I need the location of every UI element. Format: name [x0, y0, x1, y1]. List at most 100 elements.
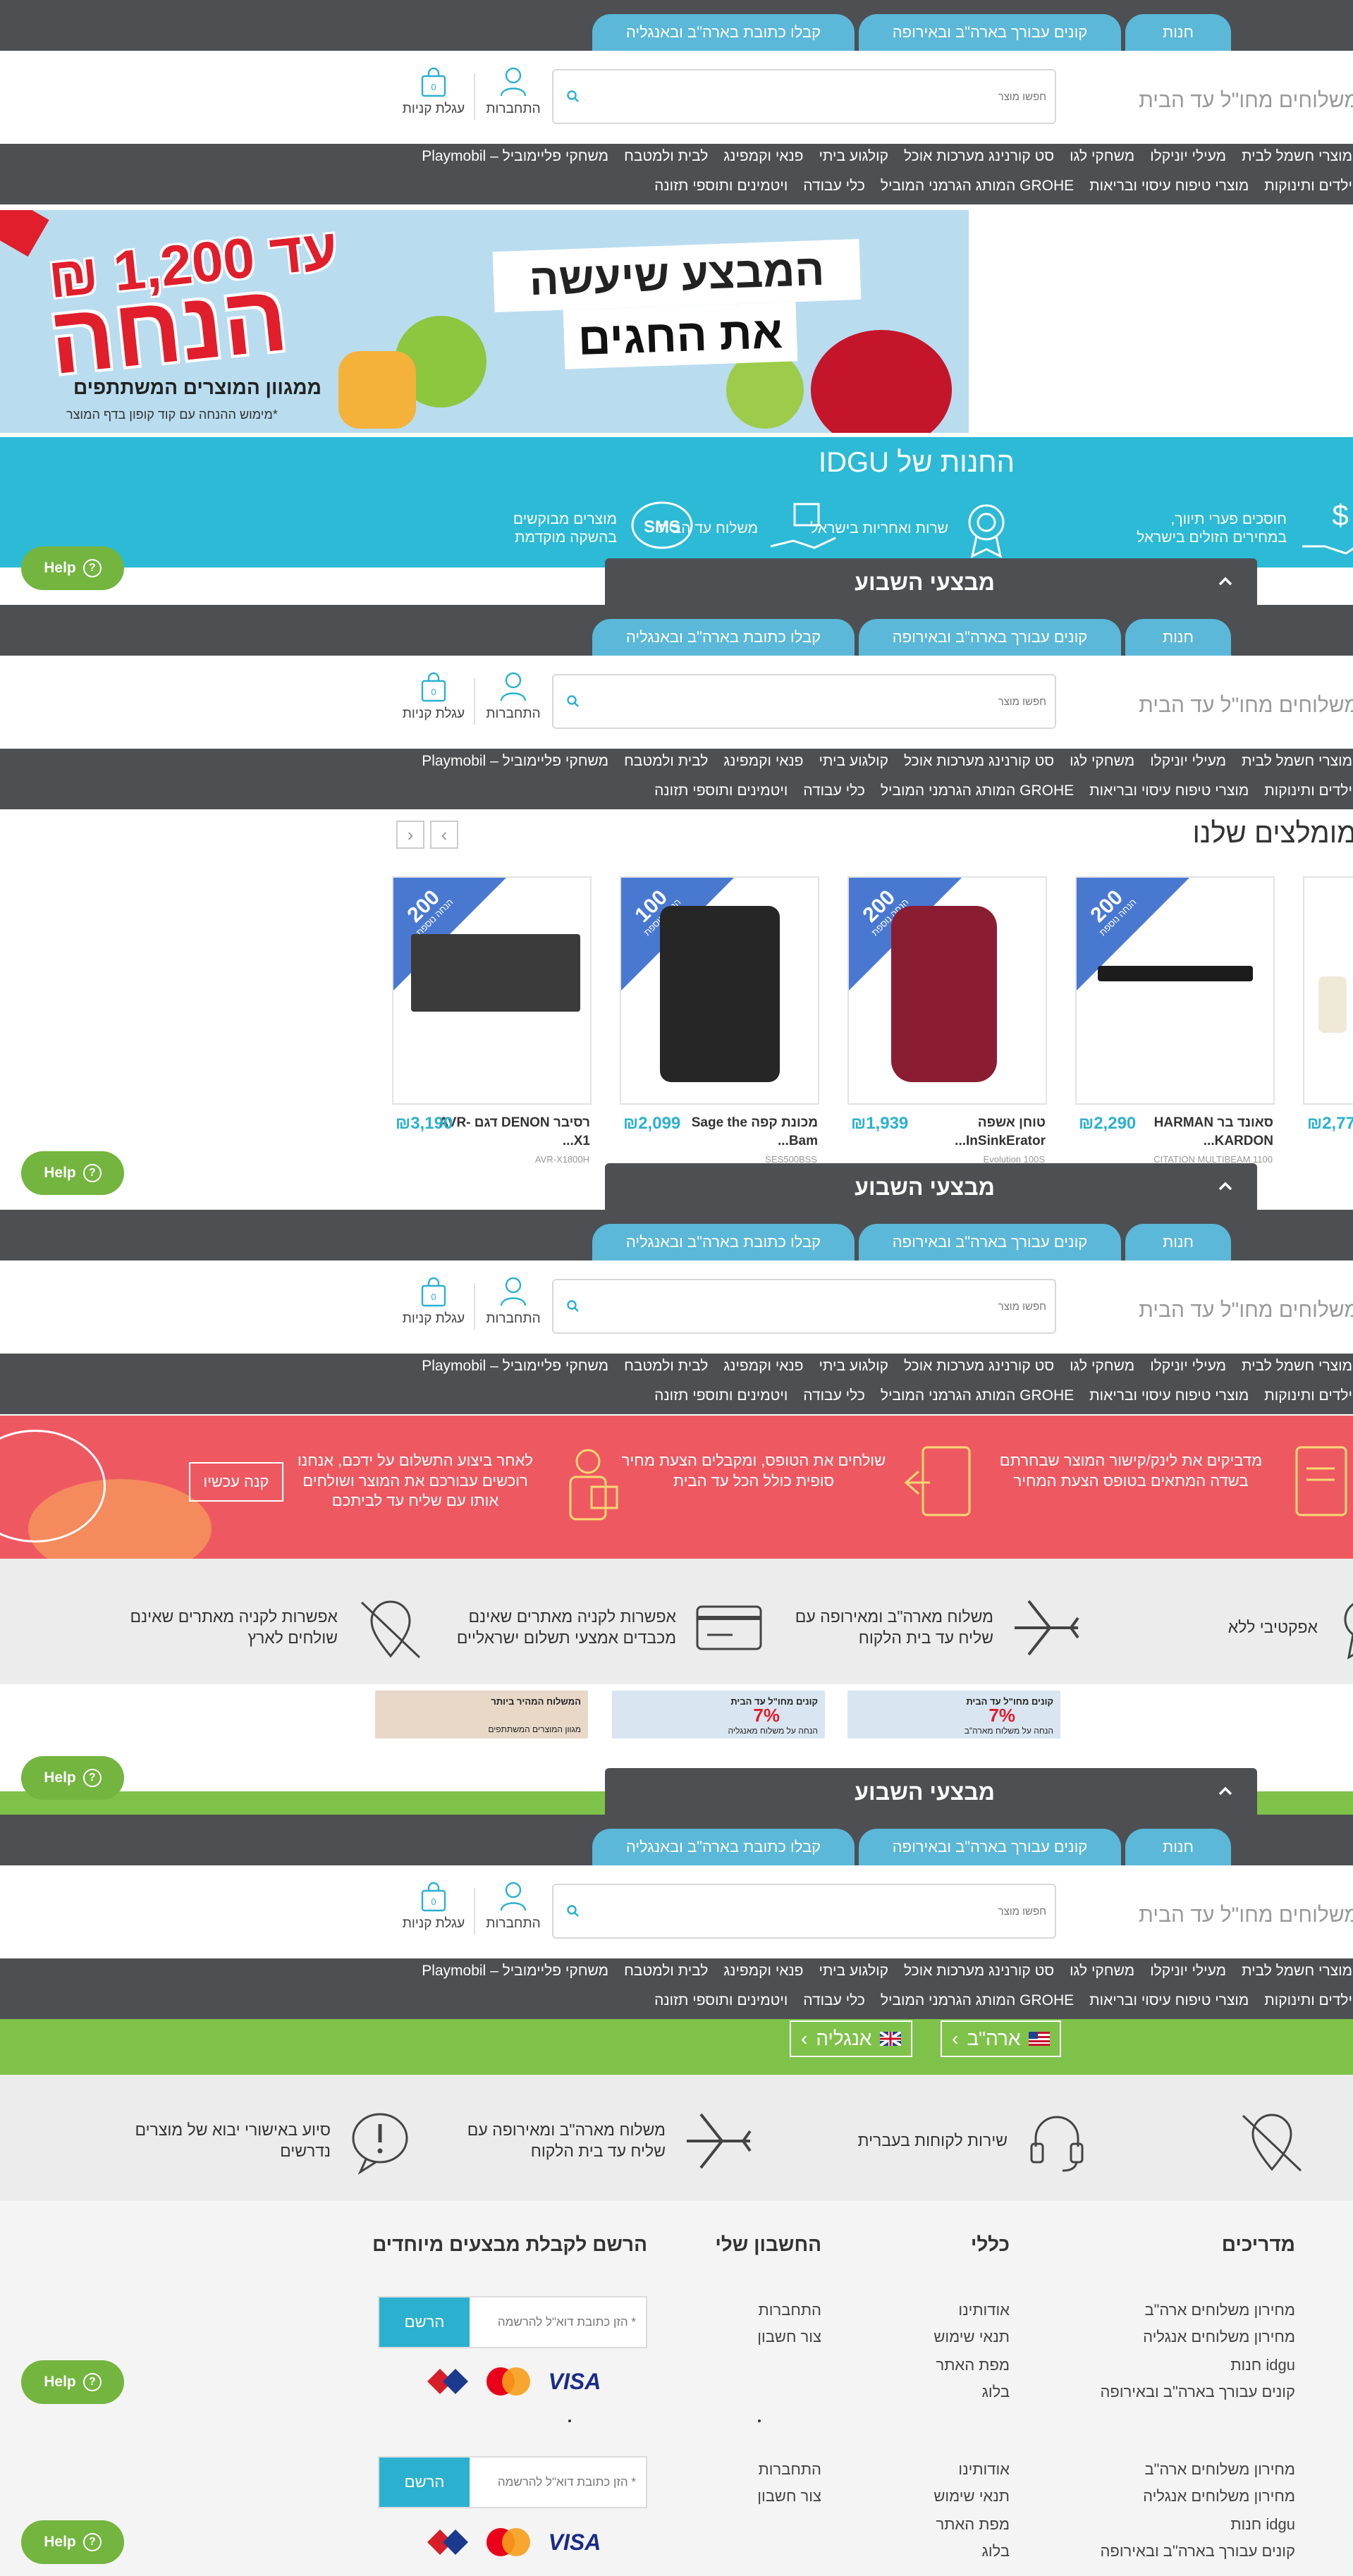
site-logo[interactable]: משלוחים מחו"ל עד הבית — [1139, 694, 1353, 718]
nav-item[interactable]: מעילי יוניקלו — [1142, 1358, 1234, 1375]
nav-item[interactable]: מוצרי חשמל לבית — [1234, 1358, 1353, 1375]
site-logo[interactable]: משלוחים מחו"ל עד הבית — [1139, 1299, 1353, 1323]
nav-item[interactable]: ילדים ותינוקות — [1256, 1387, 1353, 1404]
help-button[interactable]: ? Help — [21, 1151, 124, 1195]
footer-link[interactable]: קונים עבורך בארה"ב ובאירופה — [1100, 2542, 1295, 2560]
nav-item[interactable]: סט קורנינג מערכות אוכל — [896, 1358, 1062, 1375]
nav-item[interactable]: לבית ולמטבח — [616, 1358, 716, 1375]
nav-item[interactable]: מעילי יוניקלו — [1142, 1963, 1234, 1980]
nav-item[interactable]: מוצרי טיפוח עיסוי ובריאות — [1082, 783, 1256, 799]
nav-item[interactable]: ילדים ותינוקות — [1256, 783, 1353, 799]
nav-item[interactable]: ויטמינים ותוספי תזונה — [647, 1992, 795, 2009]
nav-item[interactable]: מוצרי טיפוח עיסוי ובריאות — [1082, 1992, 1256, 2009]
search-input[interactable] — [582, 675, 1046, 728]
help-button[interactable]: ? Help — [21, 1756, 124, 1800]
nav-item[interactable]: ילדים ותינוקות — [1256, 178, 1353, 195]
weekly-deals-bar[interactable]: מבצעי השבוע — [605, 1768, 1257, 1815]
cart-button[interactable]: 0 עגלת קניות — [395, 1276, 472, 1339]
nav-item[interactable]: משחקי לגו — [1062, 753, 1142, 770]
tab-get-address[interactable]: קבלו כתובת בארה"ב ובאנגליה — [592, 619, 855, 656]
login-button[interactable]: התחברות — [482, 671, 545, 735]
nav-item[interactable]: סט קורנינג מערכות אוכל — [896, 148, 1062, 165]
nav-item[interactable]: מוצרי חשמל לבית — [1234, 1963, 1353, 1980]
footer-link[interactable]: התחברות — [759, 2460, 821, 2479]
nav-item[interactable]: פנאי וקמפינג — [716, 753, 811, 770]
nav-item[interactable]: משחקי לגו — [1062, 148, 1142, 165]
search-input[interactable] — [582, 70, 1046, 123]
nav-item[interactable]: משחקי פליימוביל – Playmobil — [414, 1963, 616, 1980]
tab-get-address[interactable]: קבלו כתובת בארה"ב ובאנגליה — [592, 1829, 855, 1865]
country-uk-button[interactable]: אנגליה › — [790, 2020, 913, 2057]
nav-item[interactable]: ויטמינים ותוספי תזונה — [647, 178, 795, 195]
nav-item[interactable]: GROHE המותג הגרמני המוביל — [873, 1992, 1082, 2009]
tab-store[interactable]: חנות — [1125, 14, 1231, 51]
footer-link[interactable]: צור חשבון — [757, 2487, 821, 2506]
nav-item[interactable]: משחקי לגו — [1062, 1963, 1142, 1980]
nav-item[interactable]: כלי עבודה — [795, 178, 873, 195]
carousel-prev-button[interactable]: ‹ — [396, 821, 424, 849]
footer-link[interactable]: תנאי שימוש — [933, 2328, 1010, 2346]
nav-item[interactable]: פנאי וקמפינג — [716, 148, 811, 165]
nav-item[interactable]: כלי עבודה — [795, 1387, 873, 1404]
nav-item[interactable]: קולגוע ביתי — [811, 148, 896, 165]
tab-get-address[interactable]: קבלו כתובת בארה"ב ובאנגליה — [592, 1224, 855, 1261]
search-input[interactable] — [582, 1280, 1046, 1332]
nav-item[interactable]: מוצרי חשמל לבית — [1234, 148, 1353, 165]
weekly-deals-bar[interactable]: מבצעי השבוע — [605, 1163, 1257, 1210]
country-usa-button[interactable]: ארה"ב › — [941, 2020, 1062, 2057]
nav-item[interactable]: לבית ולמטבח — [616, 1963, 716, 1980]
footer-link[interactable]: מחירון משלוחים ארה"ב — [1144, 2301, 1295, 2319]
search-icon[interactable] — [566, 694, 580, 709]
footer-link[interactable]: בלוג — [982, 2542, 1010, 2560]
nav-item[interactable]: מוצרי חשמל לבית — [1234, 753, 1353, 770]
nav-item[interactable]: סט קורנינג מערכות אוכל — [896, 753, 1062, 770]
nav-item[interactable]: מעילי יוניקלו — [1142, 148, 1234, 165]
buy-now-button[interactable]: קנה עכשיו — [189, 1462, 283, 1502]
nav-item[interactable]: מעילי יוניקלו — [1142, 753, 1234, 770]
product-card[interactable]: 200 הנחה נוספת — [392, 876, 592, 1105]
tab-buy-for-you[interactable]: קונים עבורך בארה"ב ובאירופה — [859, 1224, 1121, 1261]
tab-buy-for-you[interactable]: קונים עבורך בארה"ב ובאירופה — [859, 1829, 1121, 1865]
login-button[interactable]: התחברות — [482, 1276, 545, 1339]
footer-link[interactable]: תנאי שימוש — [933, 2487, 1010, 2506]
tab-get-address[interactable]: קבלו כתובת בארה"ב ובאנגליה — [592, 14, 855, 51]
footer-link[interactable]: מחירון משלוחים ארה"ב — [1144, 2460, 1295, 2479]
tab-store[interactable]: חנות — [1125, 1829, 1231, 1865]
footer-link[interactable]: מחירון משלוחים אנגליה — [1143, 2328, 1295, 2346]
nav-item[interactable]: משחקי פליימוביל – Playmobil — [414, 753, 616, 770]
login-button[interactable]: התחברות — [482, 66, 545, 130]
nav-item[interactable]: קולגוע ביתי — [811, 1358, 896, 1375]
nav-item[interactable]: סט קורנינג מערכות אוכל — [896, 1963, 1062, 1980]
nav-item[interactable]: ויטמינים ותוספי תזונה — [647, 783, 795, 799]
footer-link[interactable]: צור חשבון — [757, 2328, 821, 2346]
search-icon[interactable] — [566, 1299, 580, 1313]
cart-button[interactable]: 0 עגלת קניות — [395, 1881, 472, 1944]
carousel-next-button[interactable]: › — [430, 821, 458, 849]
cart-button[interactable]: 0 עגלת קניות — [395, 66, 472, 130]
nav-item[interactable]: כלי עבודה — [795, 1992, 873, 2009]
footer-link[interactable]: קונים עבורך בארה"ב ובאירופה — [1100, 2383, 1295, 2401]
footer-link[interactable]: אודותינו — [958, 2460, 1010, 2479]
promo-mini-banner[interactable]: קונים מחו"ל עד הבית 7% הנחה על משלוח מאנ… — [612, 1691, 825, 1738]
nav-item[interactable]: משחקי פליימוביל – Playmobil — [414, 148, 616, 165]
promo-mini-banner[interactable]: קונים מחו"ל עד הבית 7% הנחה על משלוח מאר… — [847, 1691, 1060, 1738]
search-input[interactable] — [582, 1885, 1046, 1937]
nav-item[interactable]: פנאי וקמפינג — [716, 1358, 811, 1375]
newsletter-email-input[interactable] — [470, 2458, 646, 2507]
help-button[interactable]: ? Help — [21, 2360, 124, 2404]
nav-item[interactable]: לבית ולמטבח — [616, 753, 716, 770]
weekly-deals-bar[interactable]: מבצעי השבוע — [605, 558, 1257, 605]
nav-item[interactable]: קולגוע ביתי — [811, 1963, 896, 1980]
promo-mini-banner[interactable]: המשלוח המהיר ביותר מגוון המוצרים המשתתפי… — [375, 1691, 588, 1738]
footer-link[interactable]: מפת האתר — [936, 2515, 1010, 2534]
login-button[interactable]: התחברות — [482, 1881, 545, 1944]
search-icon[interactable] — [566, 90, 580, 104]
product-card[interactable] — [1303, 876, 1353, 1105]
site-logo[interactable]: משלוחים מחו"ל עד הבית — [1139, 89, 1353, 113]
nav-item[interactable]: GROHE המותג הגרמני המוביל — [873, 178, 1082, 195]
tab-store[interactable]: חנות — [1125, 1224, 1231, 1261]
nav-item[interactable]: כלי עבודה — [795, 783, 873, 799]
footer-link[interactable]: מפת האתר — [936, 2356, 1010, 2374]
site-logo[interactable]: משלוחים מחו"ל עד הבית — [1139, 1903, 1353, 1927]
nav-item[interactable]: משחקי לגו — [1062, 1358, 1142, 1375]
